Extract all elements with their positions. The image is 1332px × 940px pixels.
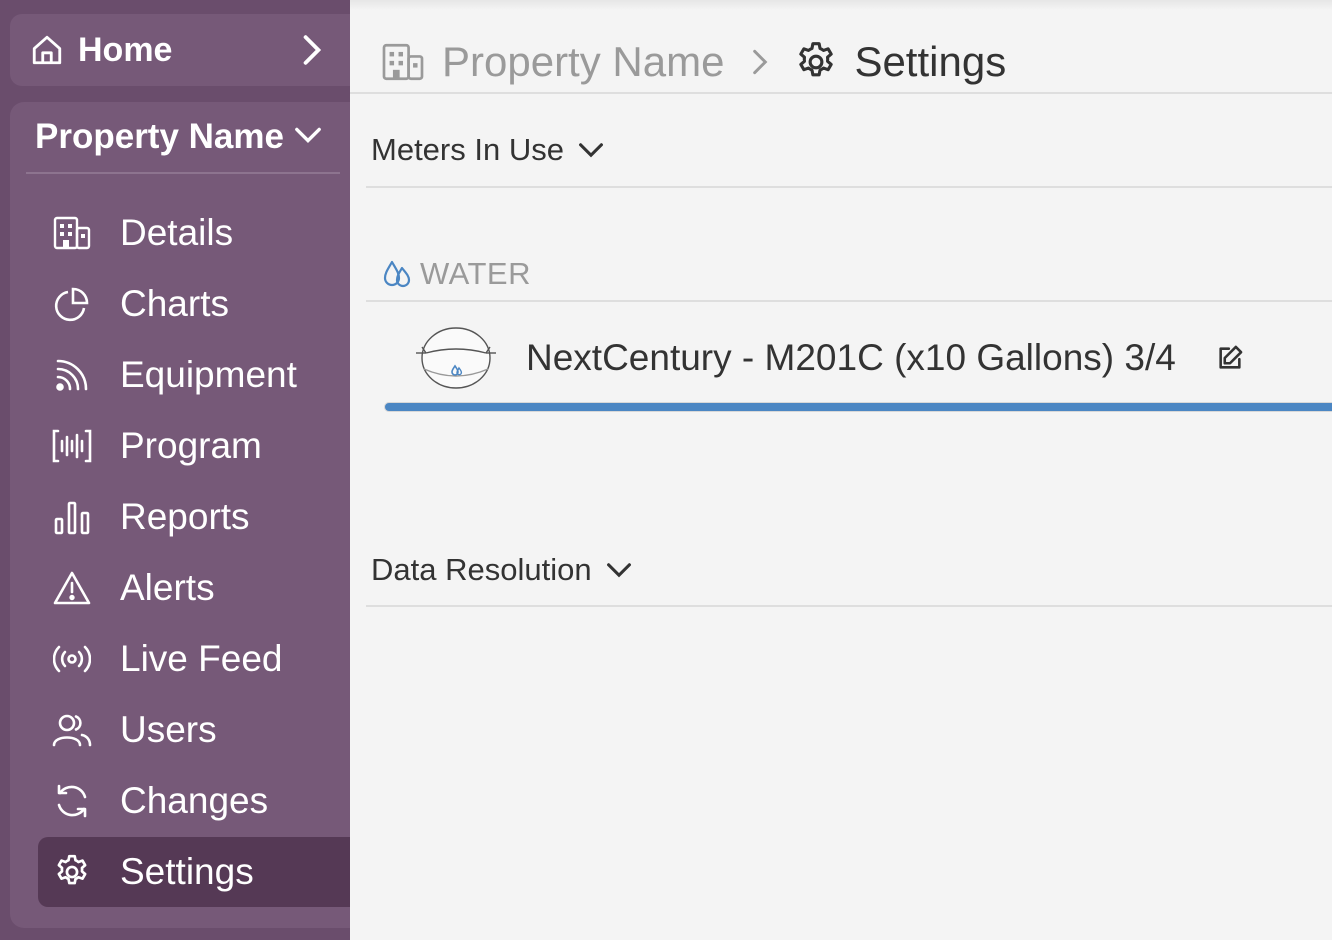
section-divider <box>366 186 1332 188</box>
waveform-icon <box>52 426 92 466</box>
meter-progress-bar <box>384 402 1332 412</box>
sidebar-item-label: Details <box>120 212 234 253</box>
sidebar-item-charts[interactable]: Charts <box>38 269 350 339</box>
water-group-header: WATER <box>382 256 531 292</box>
sidebar-item-reports[interactable]: Reports <box>38 482 350 552</box>
sidebar-item-label: Reports <box>120 496 250 537</box>
section-divider <box>366 605 1332 607</box>
gear-icon <box>52 852 92 892</box>
meter-row[interactable]: NextCentury - M201C (x10 Gallons) 3/4 <box>414 322 1244 394</box>
header-divider <box>350 92 1332 94</box>
section-title: Meters In Use <box>371 132 564 167</box>
sidebar-item-program[interactable]: Program <box>38 411 350 481</box>
refresh-icon <box>52 781 92 821</box>
group-divider <box>366 300 1332 302</box>
chevron-right-icon <box>752 48 768 76</box>
sidebar-item-label: Equipment <box>120 354 297 395</box>
sidebar-item-alerts[interactable]: Alerts <box>38 553 350 623</box>
water-drop-icon <box>382 258 412 290</box>
meter-progress-fill <box>384 402 1332 412</box>
top-shadow <box>350 0 1332 10</box>
breadcrumb-property-link[interactable]: Property Name <box>442 38 724 86</box>
home-icon <box>30 33 64 67</box>
sidebar-item-label: Settings <box>120 851 254 892</box>
chevron-right-icon <box>302 34 322 71</box>
sidebar-item-label: Users <box>120 709 217 750</box>
property-name: Property Name <box>35 117 284 156</box>
sidebar-item-changes[interactable]: Changes <box>38 766 350 836</box>
main-content: Property Name Settings Meters In Use WAT… <box>350 0 1332 940</box>
water-meter-icon <box>414 325 498 391</box>
sidebar-item-label: Alerts <box>120 567 215 608</box>
sidebar-item-label: Program <box>120 425 262 466</box>
home-button[interactable]: Home <box>10 14 350 86</box>
pie-chart-icon <box>52 284 92 324</box>
sidebar-item-details[interactable]: Details <box>38 198 350 268</box>
meters-in-use-toggle[interactable]: Meters In Use <box>371 132 604 168</box>
sidebar-item-label: Live Feed <box>120 638 283 679</box>
gear-icon <box>794 40 838 84</box>
property-panel: Property Name Details Charts Equipment P… <box>10 102 350 928</box>
property-nav: Details Charts Equipment Program Reports… <box>38 198 350 908</box>
water-group-label: WATER <box>420 256 531 291</box>
breadcrumb: Property Name Settings <box>380 36 1006 88</box>
users-icon <box>52 710 92 750</box>
broadcast-icon <box>52 639 92 679</box>
bar-chart-icon <box>52 497 92 537</box>
sidebar-item-live-feed[interactable]: Live Feed <box>38 624 350 694</box>
sidebar-item-label: Charts <box>120 283 229 324</box>
sidebar-item-users[interactable]: Users <box>38 695 350 765</box>
chevron-down-icon <box>294 126 322 149</box>
edit-icon[interactable] <box>1216 344 1244 372</box>
sidebar-item-equipment[interactable]: Equipment <box>38 340 350 410</box>
signal-icon <box>52 355 92 395</box>
page-title: Settings <box>854 38 1007 85</box>
home-label: Home <box>78 30 173 69</box>
sidebar: Home Property Name Details Charts Equipm… <box>0 0 350 940</box>
building-icon <box>380 43 426 81</box>
data-resolution-toggle[interactable]: Data Resolution <box>371 552 632 588</box>
chevron-down-icon <box>606 562 632 578</box>
property-selector[interactable]: Property Name <box>26 102 340 174</box>
chevron-down-icon <box>578 142 604 158</box>
sidebar-item-settings[interactable]: Settings <box>38 837 350 907</box>
sidebar-item-label: Changes <box>120 780 269 821</box>
section-title: Data Resolution <box>371 552 592 587</box>
warning-icon <box>52 568 92 608</box>
building-icon <box>52 213 92 253</box>
meter-name: NextCentury - M201C (x10 Gallons) 3/4 <box>526 337 1176 378</box>
